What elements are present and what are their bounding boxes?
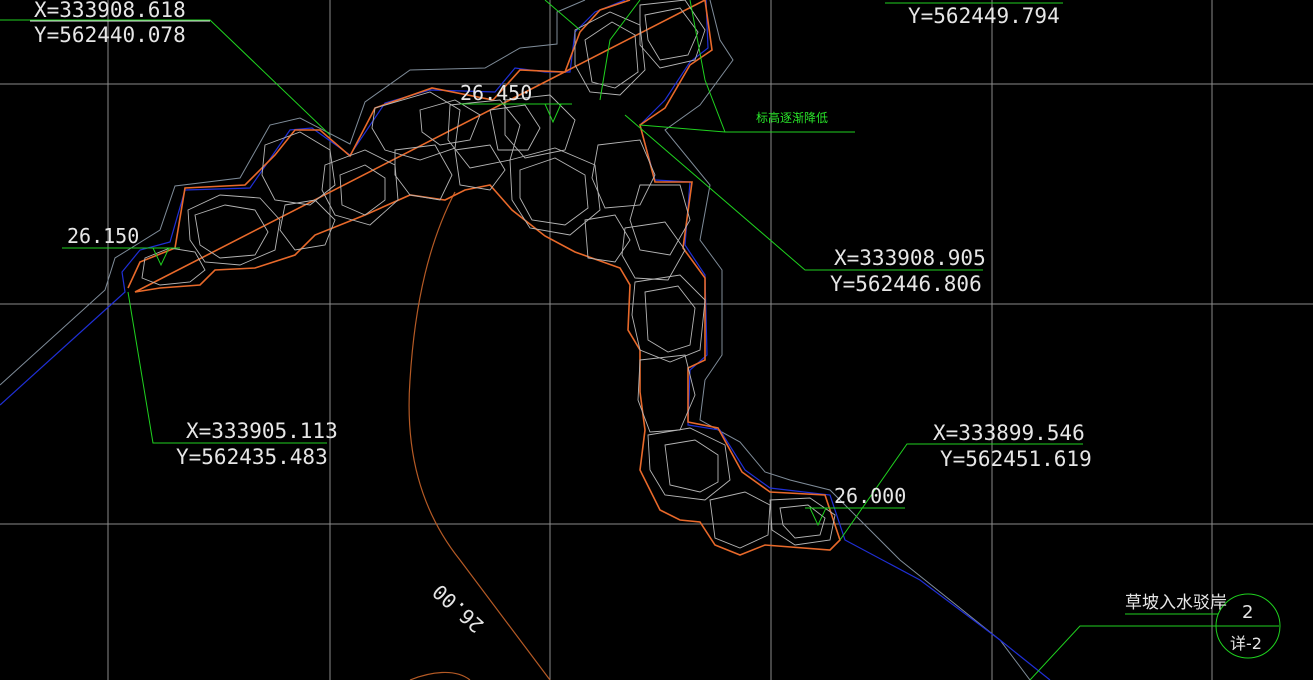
- rock: [584, 214, 631, 263]
- coord-c1-y: Y=562440.078: [34, 23, 186, 47]
- leader-callout: [1029, 625, 1218, 680]
- rock: [637, 354, 696, 433]
- coord-c4-x: X=333905.113: [186, 419, 338, 443]
- coord-c2-y: Y=562449.794: [908, 4, 1060, 28]
- contour-line: [408, 191, 551, 680]
- rock: [644, 7, 699, 61]
- coord-c3-y: Y=562446.806: [830, 272, 982, 296]
- rock: [574, 11, 646, 96]
- coord-c1-x: X=333908.618: [34, 0, 186, 22]
- rock: [769, 497, 836, 546]
- coord-c5-x: X=333899.546: [933, 421, 1085, 445]
- rock: [187, 194, 281, 266]
- grid: [0, 0, 1313, 680]
- rock: [194, 204, 269, 259]
- callout-number: 2: [1242, 602, 1253, 623]
- callout-ref: 详-2: [1230, 634, 1262, 653]
- elevation-26150: 26.150: [67, 224, 139, 248]
- note-label: 标高逐渐降低: [756, 110, 828, 125]
- rock: [141, 247, 206, 286]
- elevation-marker-26450: [544, 103, 562, 124]
- coord-c4-y: Y=562435.483: [176, 445, 328, 469]
- contour-line-lower: [409, 671, 471, 680]
- elevation-26450: 26.450: [460, 81, 532, 105]
- rock: [454, 144, 506, 191]
- rock: [709, 491, 771, 549]
- rock: [621, 221, 686, 281]
- leader-lines: [0, 0, 1281, 680]
- rock: [339, 164, 386, 216]
- rock: [664, 439, 719, 493]
- rock: [394, 144, 453, 201]
- rock: [447, 99, 521, 169]
- callout-text: 草坡入水驳岸: [1125, 593, 1227, 613]
- rock: [321, 149, 399, 226]
- rock: [519, 157, 589, 226]
- elevation-26000: 26.000: [834, 484, 906, 508]
- rock: [779, 504, 826, 539]
- leader-note-2: [639, 124, 726, 133]
- coord-c5-y: Y=562451.619: [940, 447, 1092, 471]
- coord-c3-x: X=333908.905: [834, 246, 986, 270]
- rock: [644, 285, 696, 353]
- contour-label: 26.00: [428, 579, 489, 637]
- cad-drawing-canvas[interactable]: X=333908.618 Y=562440.078 Y=562449.794 X…: [0, 0, 1313, 680]
- rock: [584, 21, 639, 89]
- rock: [591, 139, 656, 209]
